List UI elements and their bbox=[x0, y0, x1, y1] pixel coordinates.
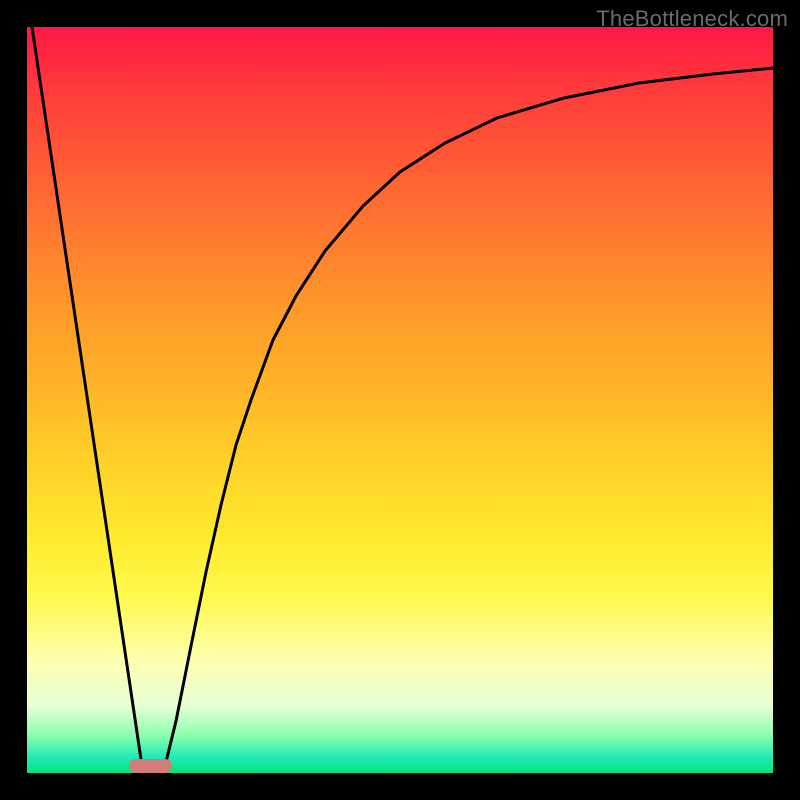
chart-frame: TheBottleneck.com bbox=[0, 0, 800, 800]
left-line-path bbox=[32, 27, 142, 766]
plot-area bbox=[27, 27, 773, 773]
watermark-text: TheBottleneck.com bbox=[596, 6, 788, 32]
curves-svg bbox=[27, 27, 773, 773]
minimum-marker bbox=[129, 759, 172, 773]
right-curve-path bbox=[165, 68, 773, 766]
